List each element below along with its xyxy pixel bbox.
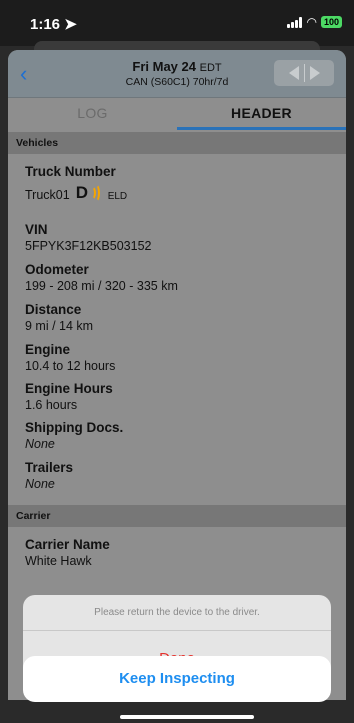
location-arrow-icon: ➤: [64, 16, 77, 33]
engine-value: 10.4 to 12 hours: [25, 359, 116, 373]
section-header-carrier: Carrier: [8, 505, 346, 527]
timezone-label: EDT: [199, 62, 222, 74]
navigation-bar: ‹ Fri May 24 EDT CAN (S60C1) 70hr/7d: [8, 50, 346, 98]
carrier-name-label: Carrier Name: [25, 537, 110, 552]
section-header-vehicles: Vehicles: [8, 132, 346, 154]
shipping-docs-field: Shipping Docs. None: [25, 420, 123, 452]
engine-hours-field: Engine Hours 1.6 hours: [25, 381, 113, 413]
battery-icon: 100: [320, 16, 342, 28]
trailers-field: Trailers None: [25, 460, 73, 492]
truck-number-label: Truck Number: [25, 164, 116, 179]
odometer-value: 199 - 208 mi / 320 - 335 km: [25, 279, 178, 293]
distance-label: Distance: [25, 302, 82, 317]
carrier-name-value: White Hawk: [25, 554, 92, 568]
vin-value: 5FPYK3F12KB503152: [25, 239, 152, 253]
tab-header[interactable]: HEADER: [177, 98, 346, 130]
trailers-label: Trailers: [25, 460, 74, 475]
previous-day-icon[interactable]: [288, 66, 299, 80]
day-nav-divider: [303, 64, 305, 82]
tab-log[interactable]: LOG: [8, 98, 177, 130]
trailers-value: None: [25, 477, 55, 491]
distance-value: 9 mi / 14 km: [25, 319, 94, 333]
action-sheet-message: Please return the device to the driver.: [23, 595, 331, 631]
status-time-text: 1:16: [30, 16, 61, 33]
truck-number-row: Truck01 D ELD: [25, 184, 127, 202]
engine-hours-value: 1.6 hours: [25, 398, 78, 412]
vin-field: VIN 5FPYK3F12KB503152: [25, 222, 151, 254]
status-bar: 1:16 ➤ ◠ 100: [0, 0, 354, 46]
log-date-text: Fri May 24: [132, 59, 196, 74]
shipping-docs-value: None: [25, 437, 55, 451]
status-time: 1:16 ➤: [30, 15, 77, 33]
truck-number-field: Truck Number Truck01 D ELD: [25, 164, 127, 202]
eld-connected-icon: D: [76, 184, 100, 202]
tab-bar: LOG HEADER: [8, 98, 346, 130]
eld-label: ELD: [107, 191, 128, 202]
distance-field: Distance 9 mi / 14 km: [25, 302, 93, 334]
home-indicator[interactable]: [120, 715, 254, 719]
shipping-docs-label: Shipping Docs.: [25, 420, 124, 435]
odometer-label: Odometer: [25, 262, 89, 277]
cellular-signal-icon: [287, 16, 303, 28]
carrier-name-field: Carrier Name White Hawk: [25, 537, 110, 569]
day-navigation-control[interactable]: [274, 60, 334, 86]
vin-label: VIN: [25, 222, 48, 237]
engine-field: Engine 10.4 to 12 hours: [25, 342, 115, 374]
truck-number-value: Truck01: [25, 188, 70, 202]
keep-inspecting-button[interactable]: Keep Inspecting: [23, 656, 331, 702]
odometer-field: Odometer 199 - 208 mi / 320 - 335 km: [25, 262, 178, 294]
engine-label: Engine: [25, 342, 71, 357]
wifi-icon: ◠: [306, 15, 317, 29]
next-day-icon[interactable]: [309, 66, 320, 80]
engine-hours-label: Engine Hours: [25, 381, 113, 396]
status-icons: ◠ 100: [287, 15, 342, 29]
